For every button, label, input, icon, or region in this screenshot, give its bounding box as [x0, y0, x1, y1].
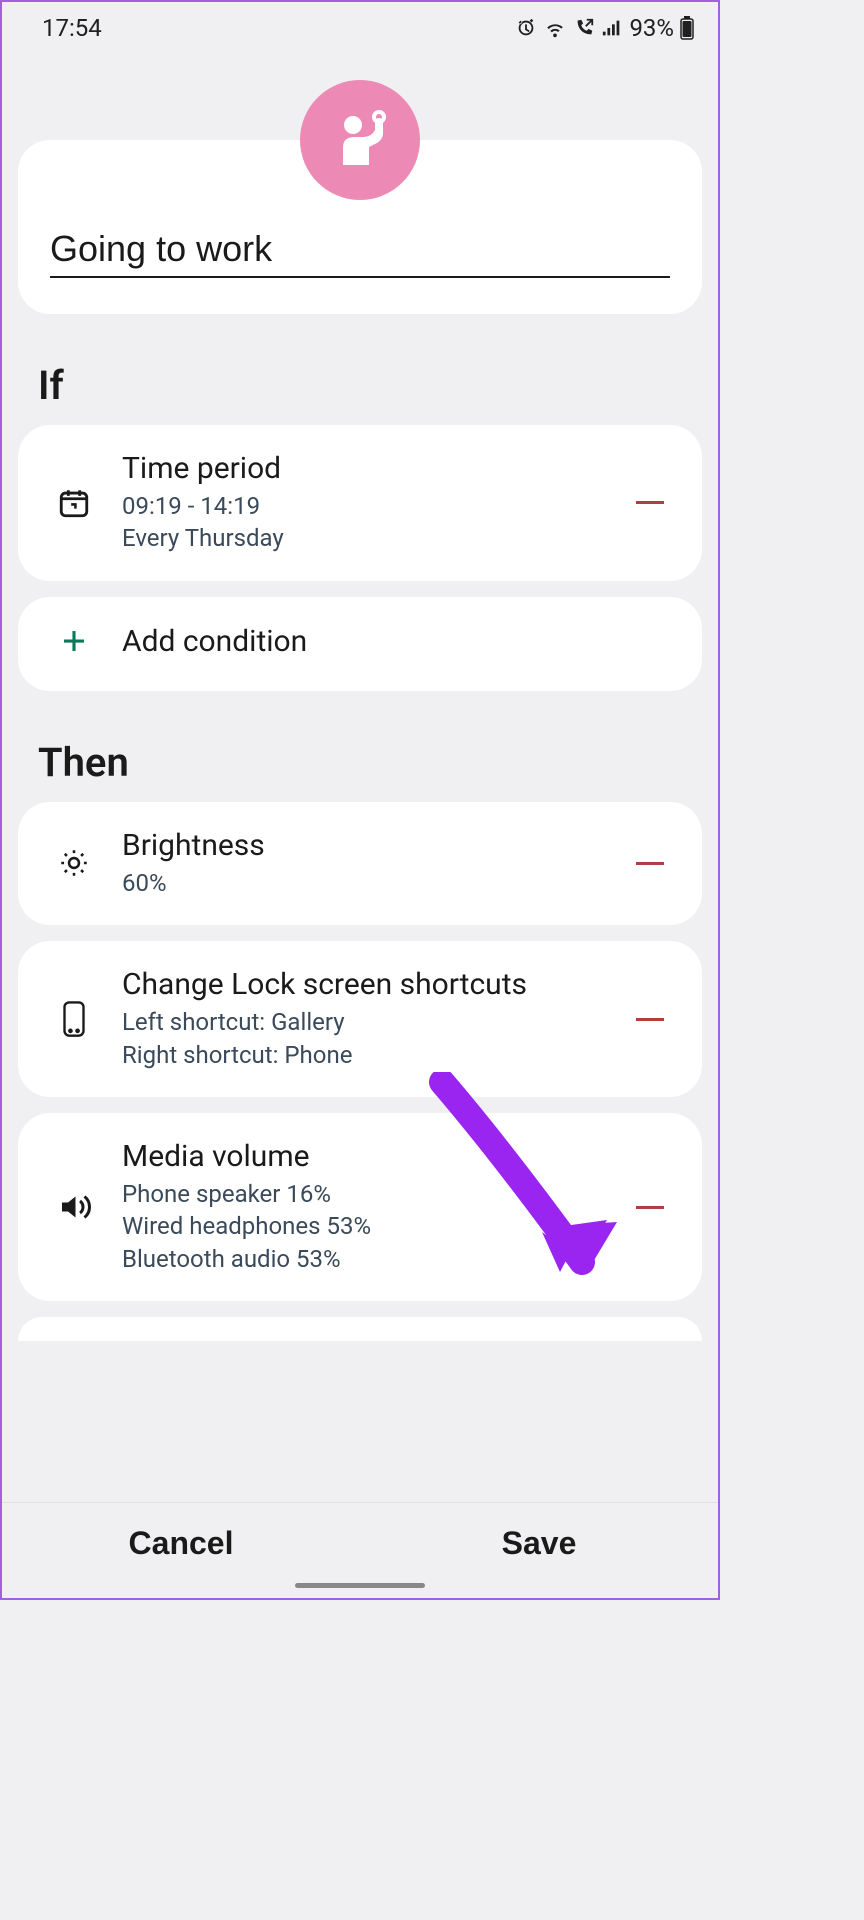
phone-frame-icon	[50, 1000, 98, 1038]
minus-icon	[636, 862, 664, 865]
save-button[interactable]: Save	[360, 1525, 718, 1562]
remove-action-button[interactable]	[630, 1187, 670, 1227]
routine-avatar[interactable]	[300, 80, 420, 200]
action-media-volume[interactable]: Media volume Phone speaker 16% Wired hea…	[18, 1113, 702, 1301]
status-time: 17:54	[42, 14, 102, 42]
routine-name-input[interactable]	[50, 220, 670, 278]
status-icons: 93%	[515, 14, 694, 42]
action-title: Brightness	[122, 828, 606, 863]
home-indicator[interactable]	[295, 1583, 425, 1588]
add-condition-label: Add condition	[122, 624, 670, 659]
commute-icon	[325, 103, 395, 177]
wifi-icon	[543, 17, 567, 39]
cancel-button[interactable]: Cancel	[2, 1525, 360, 1562]
action-right-shortcut: Right shortcut: Phone	[122, 1039, 606, 1071]
minus-icon	[636, 1206, 664, 1209]
brightness-icon	[50, 846, 98, 880]
status-bar: 17:54 93%	[2, 2, 718, 50]
action-left-shortcut: Left shortcut: Gallery	[122, 1006, 606, 1038]
action-value: 60%	[122, 867, 606, 899]
action-bluetooth-vol: Bluetooth audio 53%	[122, 1243, 606, 1275]
action-speaker-vol: Phone speaker 16%	[122, 1178, 606, 1210]
alarm-icon	[515, 17, 537, 39]
condition-time-period[interactable]: Time period 09:19 - 14:19 Every Thursday	[18, 425, 702, 581]
remove-action-button[interactable]	[630, 999, 670, 1039]
partial-next-card	[18, 1317, 702, 1341]
battery-icon	[680, 16, 694, 40]
minus-icon	[636, 1018, 664, 1021]
remove-condition-button[interactable]	[630, 483, 670, 523]
calendar-clock-icon	[50, 486, 98, 520]
speaker-icon	[50, 1189, 98, 1225]
remove-action-button[interactable]	[630, 843, 670, 883]
condition-days: Every Thursday	[122, 522, 606, 554]
if-section-label: If	[38, 362, 718, 409]
then-section-label: Then	[38, 739, 718, 786]
signal-icon	[601, 17, 623, 39]
plus-icon	[59, 623, 89, 665]
action-lock-shortcuts[interactable]: Change Lock screen shortcuts Left shortc…	[18, 941, 702, 1097]
call-icon	[573, 17, 595, 39]
battery-percent: 93%	[629, 14, 674, 42]
action-brightness[interactable]: Brightness 60%	[18, 802, 702, 925]
action-wired-vol: Wired headphones 53%	[122, 1210, 606, 1242]
condition-time-range: 09:19 - 14:19	[122, 490, 606, 522]
action-title: Media volume	[122, 1139, 606, 1174]
condition-title: Time period	[122, 451, 606, 486]
minus-icon	[636, 501, 664, 504]
action-title: Change Lock screen shortcuts	[122, 967, 606, 1002]
add-condition-button[interactable]: Add condition	[18, 597, 702, 691]
